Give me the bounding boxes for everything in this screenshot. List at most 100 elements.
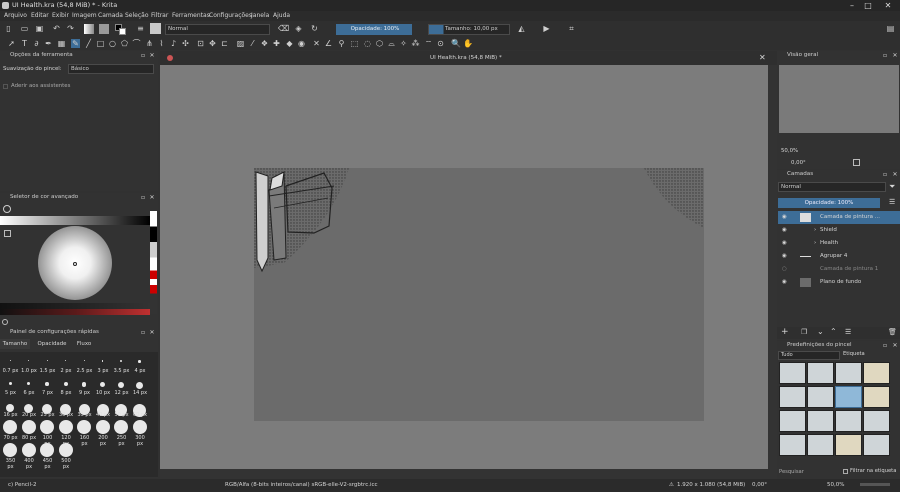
- measure-tool-icon[interactable]: ∠: [324, 39, 333, 48]
- ellipse-tool-icon[interactable]: ○: [108, 39, 117, 48]
- brush-preset-icon[interactable]: [150, 23, 161, 34]
- mirror-view-icon[interactable]: [853, 159, 860, 166]
- size-preset-dot[interactable]: [40, 443, 54, 457]
- zoom-slider[interactable]: [860, 483, 890, 486]
- layer-properties-icon[interactable]: ☰: [845, 328, 851, 336]
- size-preset-label[interactable]: 400 px: [21, 458, 38, 470]
- close-panel-icon[interactable]: ✕: [148, 193, 156, 202]
- zoom-tool-icon[interactable]: 🔍: [451, 39, 461, 48]
- menu-arquivo[interactable]: Arquivo: [4, 12, 27, 19]
- menu-icon[interactable]: [4, 230, 11, 237]
- close-panel-icon[interactable]: ✕: [148, 328, 156, 337]
- size-preset-dot[interactable]: [21, 420, 36, 434]
- overview-thumbnail[interactable]: [779, 65, 899, 133]
- float-panel-icon[interactable]: ▫: [139, 193, 147, 202]
- size-preset-dot[interactable]: [58, 443, 73, 457]
- size-preset-label[interactable]: 35 px: [76, 412, 93, 418]
- size-preset-dot[interactable]: [45, 382, 49, 386]
- menu-janela[interactable]: Janela: [251, 12, 269, 19]
- close-panel-icon[interactable]: ✕: [891, 170, 899, 179]
- size-preset-label[interactable]: 5 px: [2, 390, 19, 396]
- duplicate-layer-icon[interactable]: ❐: [801, 328, 807, 336]
- size-preset-dot[interactable]: [3, 420, 17, 434]
- visibility-icon[interactable]: ◉: [782, 237, 787, 250]
- size-preset-dot[interactable]: [132, 420, 147, 434]
- size-preset-dot[interactable]: [9, 360, 11, 361]
- rect-select-icon[interactable]: ⬚: [350, 39, 359, 48]
- brush-preset-item[interactable]: [779, 410, 806, 432]
- size-preset-label[interactable]: 7 px: [39, 390, 56, 396]
- polygon-select-icon[interactable]: ⬡: [375, 39, 384, 48]
- menu-exibir[interactable]: Exibir: [52, 12, 69, 19]
- visibility-icon[interactable]: ○: [782, 263, 787, 276]
- brush-preset-item[interactable]: [835, 434, 862, 456]
- vertical-scrollbar[interactable]: [768, 65, 777, 469]
- rectangle-tool-icon[interactable]: □: [96, 39, 105, 48]
- size-preset-dot[interactable]: [95, 420, 110, 434]
- size-preset-label[interactable]: 16 px: [2, 412, 19, 418]
- visibility-icon[interactable]: ◉: [782, 250, 787, 263]
- brush-preset-item[interactable]: [863, 362, 890, 384]
- fill-bucket-icon[interactable]: ◆: [285, 39, 294, 48]
- size-preset-label[interactable]: 12 px: [113, 390, 130, 396]
- size-preset-dot[interactable]: [120, 360, 122, 362]
- workspace-icon[interactable]: ▤: [886, 24, 895, 33]
- size-preset-dot[interactable]: [21, 443, 36, 457]
- group-arrow-icon[interactable]: ›: [814, 237, 816, 250]
- close-panel-icon[interactable]: ✕: [891, 51, 899, 60]
- freehand-brush-icon[interactable]: ✎: [71, 39, 80, 48]
- float-panel-icon[interactable]: ▫: [881, 341, 889, 350]
- crop-icon[interactable]: ⊏: [220, 39, 229, 48]
- layer-row[interactable]: ○ Camada de pintura 1: [778, 263, 900, 276]
- fill-icon[interactable]: ▦: [57, 39, 66, 48]
- tab-flow[interactable]: Fluxo: [72, 339, 96, 349]
- size-preset-label[interactable]: 0.7 px: [2, 368, 19, 374]
- size-preset-label[interactable]: 10 px: [95, 390, 112, 396]
- layer-opacity-slider[interactable]: Opacidade: 100%: [778, 198, 880, 208]
- document-tab-title[interactable]: UI Health.kra (54,8 MiB) *: [430, 55, 502, 61]
- menu-filtrar[interactable]: Filtrar: [151, 12, 168, 19]
- polyline-tool-icon[interactable]: ⌒: [132, 39, 141, 48]
- group-arrow-icon[interactable]: ›: [814, 224, 816, 237]
- mirror-horizontal-icon[interactable]: ◭: [517, 24, 526, 33]
- size-preset-label[interactable]: 40 px: [95, 412, 112, 418]
- size-preset-label[interactable]: 20 px: [21, 412, 38, 418]
- float-panel-icon[interactable]: ▫: [139, 328, 147, 337]
- size-preset-label[interactable]: 80 px: [21, 435, 38, 441]
- size-preset-label[interactable]: 6 px: [21, 390, 38, 396]
- layer-blend-select[interactable]: Normal: [778, 182, 886, 192]
- size-preset-dot[interactable]: [65, 360, 66, 361]
- menu-camada[interactable]: Camada: [98, 12, 123, 19]
- size-preset-dot[interactable]: [40, 420, 54, 434]
- blend-mode-select[interactable]: Normal: [165, 23, 270, 35]
- visibility-icon[interactable]: ◉: [782, 276, 787, 289]
- maximize-button[interactable]: □: [860, 0, 876, 11]
- size-preset-dot[interactable]: [136, 382, 143, 389]
- bezier-select-icon[interactable]: ⌔: [424, 39, 433, 48]
- brush-preset-item[interactable]: [835, 362, 862, 384]
- close-panel-icon[interactable]: ✕: [891, 341, 899, 350]
- document-canvas[interactable]: [254, 168, 704, 421]
- size-preset-label[interactable]: 60 px: [132, 412, 149, 418]
- save-icon[interactable]: ▣: [35, 24, 44, 33]
- redo-icon[interactable]: ↷: [66, 24, 75, 33]
- layer-row[interactable]: ◉ Plano de fundo: [778, 276, 900, 289]
- size-preset-dot[interactable]: [77, 420, 91, 434]
- line-tool-icon[interactable]: ╱: [84, 39, 93, 48]
- move-up-icon[interactable]: ⌃: [830, 327, 837, 336]
- size-preset-dot[interactable]: [6, 404, 14, 412]
- tab-opacity[interactable]: Opacidade: [34, 339, 70, 349]
- brush-preset-item[interactable]: [863, 386, 890, 408]
- color-picker-icon[interactable]: ⁄: [248, 39, 257, 48]
- brush-preset-item[interactable]: [779, 362, 806, 384]
- horizontal-scrollbar[interactable]: [160, 469, 777, 479]
- snap-checkbox[interactable]: [3, 84, 8, 89]
- smoothing-select[interactable]: Básico: [68, 64, 154, 74]
- smart-patch-icon[interactable]: ✚: [272, 39, 281, 48]
- tag-select[interactable]: Etiqueta: [843, 351, 865, 357]
- move-tool-icon[interactable]: ✥: [208, 39, 217, 48]
- size-preset-dot[interactable]: [101, 360, 104, 362]
- size-preset-dot[interactable]: [3, 443, 17, 457]
- size-preset-label[interactable]: 300 px: [132, 435, 149, 447]
- eraser-icon[interactable]: ⌫: [278, 24, 289, 33]
